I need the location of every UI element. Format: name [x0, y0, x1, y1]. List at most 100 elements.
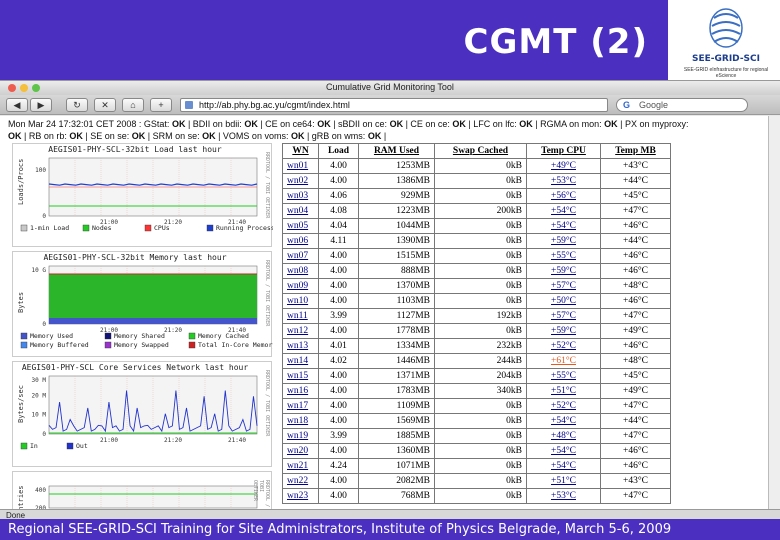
wn-cell[interactable]: wn10: [282, 293, 319, 309]
column-header-ram-used[interactable]: RAM Used: [358, 143, 435, 159]
temp-cpu-cell[interactable]: +56°C: [526, 188, 601, 204]
ram-used-cell: 888MB: [358, 263, 435, 279]
temp-mb-cell: +47°C: [600, 488, 671, 504]
wn-cell[interactable]: wn02: [282, 173, 319, 189]
bookmark-button[interactable]: +: [150, 98, 172, 112]
wn-cell[interactable]: wn04: [282, 203, 319, 219]
slide-footer: Regional SEE-GRID-SCI Training for Site …: [0, 519, 780, 540]
wn-cell[interactable]: wn11: [282, 308, 319, 324]
wn-cell[interactable]: wn15: [282, 368, 319, 384]
wn-cell[interactable]: wn16: [282, 383, 319, 399]
swap-cached-cell: 0kB: [434, 428, 527, 444]
ganglia-graph[interactable]: Entries 400 200 RRDTOOL / TOBI OETIKER: [12, 471, 272, 510]
wn-cell[interactable]: wn17: [282, 398, 319, 414]
forward-button[interactable]: ▶: [30, 98, 52, 112]
wn-cell[interactable]: wn05: [282, 218, 319, 234]
wn-cell[interactable]: wn07: [282, 248, 319, 264]
load-cell: 4.00: [318, 473, 359, 489]
graph-canvas: Entries 400200: [17, 485, 258, 510]
temp-cpu-cell[interactable]: +59°C: [526, 233, 601, 249]
swap-cached-cell: 0kB: [434, 278, 527, 294]
legend-swatch: [144, 224, 152, 232]
temp-cpu-cell[interactable]: +54°C: [526, 413, 601, 429]
temp-cpu-cell[interactable]: +55°C: [526, 368, 601, 384]
temp-cpu-cell[interactable]: +53°C: [526, 173, 601, 189]
temp-cpu-cell[interactable]: +54°C: [526, 443, 601, 459]
load-cell: 4.01: [318, 338, 359, 354]
swap-cached-cell: 0kB: [434, 158, 527, 174]
ganglia-graph[interactable]: Loads/Procs 100 0 21:00 21:20 21:40 1-min Load…: [12, 143, 273, 247]
wn-cell[interactable]: wn18: [282, 413, 319, 429]
wn-cell[interactable]: wn20: [282, 443, 319, 459]
wn-cell[interactable]: wn12: [282, 323, 319, 339]
graph-watermark: RRDTOOL / TOBI OETIKER: [264, 370, 270, 437]
ram-used-cell: 1390MB: [358, 233, 435, 249]
ram-used-cell: 1253MB: [358, 158, 435, 174]
table-row: wn23 4.00 768MB 0kB +53°C +47°C: [282, 488, 671, 504]
table-row: wn12 4.00 1778MB 0kB +59°C +49°C: [282, 323, 671, 339]
legend-swatch: [188, 332, 196, 340]
y-axis-label: Bytes/sec: [17, 385, 25, 423]
load-cell: 4.00: [318, 383, 359, 399]
wn-cell[interactable]: wn03: [282, 188, 319, 204]
load-cell: 4.00: [318, 443, 359, 459]
legend-label: Total In-Core Memory: [198, 341, 273, 349]
wn-cell[interactable]: wn06: [282, 233, 319, 249]
back-button[interactable]: ◀: [6, 98, 28, 112]
wn-cell[interactable]: wn08: [282, 263, 319, 279]
temp-cpu-cell[interactable]: +61°C: [526, 353, 601, 369]
see-grid-logo: SEE-GRID-SCI SEE-GRID eInfrastructure fo…: [676, 4, 776, 79]
wn-cell[interactable]: wn01: [282, 158, 319, 174]
temp-cpu-cell[interactable]: +54°C: [526, 458, 601, 474]
temp-mb-cell: +43°C: [600, 473, 671, 489]
graph-watermark: RRDTOOL / TOBI OETIKER: [264, 260, 270, 327]
url-bar[interactable]: http://ab.phy.bg.ac.yu/cgmt/index.html: [180, 98, 608, 112]
temp-cpu-cell[interactable]: +52°C: [526, 398, 601, 414]
temp-cpu-cell[interactable]: +55°C: [526, 248, 601, 264]
load-cell: 3.99: [318, 428, 359, 444]
temp-cpu-cell[interactable]: +48°C: [526, 428, 601, 444]
reload-button[interactable]: ↻: [66, 98, 88, 112]
temp-cpu-cell[interactable]: +54°C: [526, 203, 601, 219]
load-cell: 4.00: [318, 323, 359, 339]
y-tick-label: 0: [42, 431, 46, 438]
stop-button[interactable]: ✕: [94, 98, 116, 112]
wn-cell[interactable]: wn23: [282, 488, 319, 504]
column-header-temp-mb[interactable]: Temp MB: [600, 143, 671, 159]
legend-swatch: [20, 341, 28, 349]
wn-cell[interactable]: wn09: [282, 278, 319, 294]
ganglia-graph[interactable]: Bytes/sec 30 M 20 M 10 M 0 21:00 21:20 21:40 In O…: [12, 361, 272, 467]
temp-cpu-cell[interactable]: +57°C: [526, 308, 601, 324]
column-header-swap-cached[interactable]: Swap Cached: [434, 143, 527, 159]
load-cell: 4.00: [318, 263, 359, 279]
temp-cpu-cell[interactable]: +51°C: [526, 383, 601, 399]
wn-cell[interactable]: wn13: [282, 338, 319, 354]
temp-cpu-cell[interactable]: +49°C: [526, 158, 601, 174]
home-button[interactable]: ⌂: [122, 98, 144, 112]
wn-cell[interactable]: wn19: [282, 428, 319, 444]
temp-cpu-cell[interactable]: +51°C: [526, 473, 601, 489]
load-cell: 4.11: [318, 233, 359, 249]
swap-cached-cell: 0kB: [434, 473, 527, 489]
temp-cpu-cell[interactable]: +59°C: [526, 263, 601, 279]
column-header-temp-cpu[interactable]: Temp CPU: [526, 143, 601, 159]
swap-cached-cell: 232kB: [434, 338, 527, 354]
temp-cpu-cell[interactable]: +53°C: [526, 488, 601, 504]
wn-cell[interactable]: wn21: [282, 458, 319, 474]
temp-cpu-cell[interactable]: +57°C: [526, 278, 601, 294]
temp-cpu-cell[interactable]: +59°C: [526, 323, 601, 339]
swap-cached-cell: 192kB: [434, 308, 527, 324]
y-tick-label: 30 M: [32, 377, 47, 384]
wn-cell[interactable]: wn22: [282, 473, 319, 489]
temp-mb-cell: +44°C: [600, 413, 671, 429]
temp-cpu-cell[interactable]: +50°C: [526, 293, 601, 309]
vertical-scrollbar[interactable]: [768, 116, 780, 510]
ganglia-graph[interactable]: Bytes 10 G 0 21:00 21:20 21:40 Memory Used Memo…: [12, 251, 273, 357]
temp-cpu-cell[interactable]: +54°C: [526, 218, 601, 234]
temp-cpu-cell[interactable]: +52°C: [526, 338, 601, 354]
temp-mb-cell: +43°C: [600, 158, 671, 174]
swap-cached-cell: 0kB: [434, 413, 527, 429]
table-row: wn03 4.06 929MB 0kB +56°C +45°C: [282, 188, 671, 204]
wn-cell[interactable]: wn14: [282, 353, 319, 369]
search-input[interactable]: G Google: [616, 98, 748, 112]
